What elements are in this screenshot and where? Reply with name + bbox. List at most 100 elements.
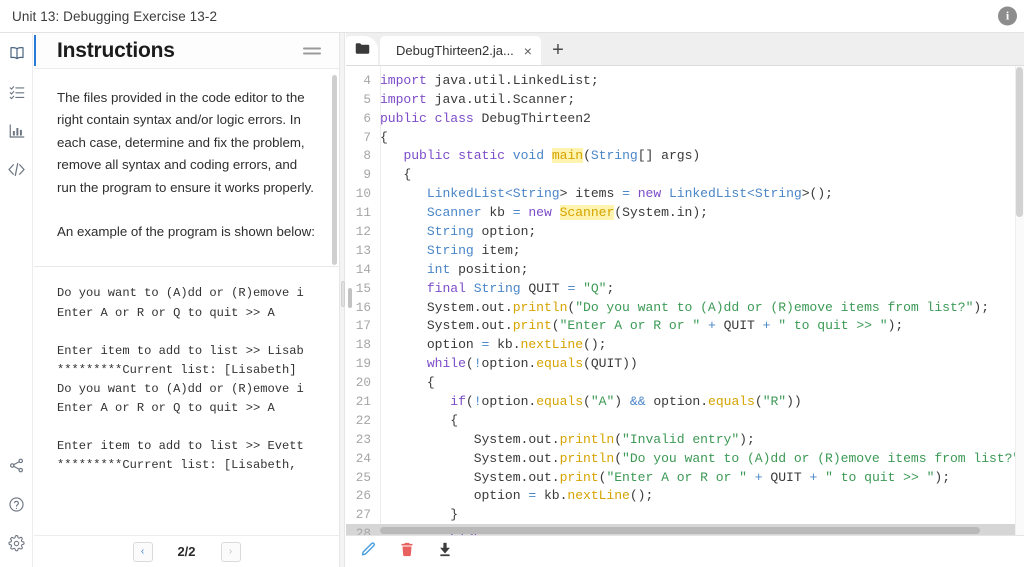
- code-token: int: [426, 261, 451, 277]
- code-token: !: [473, 356, 482, 372]
- code-token: kb.: [536, 488, 568, 504]
- code-token: println: [559, 450, 615, 466]
- code-horizontal-scrollbar-track[interactable]: [380, 526, 998, 535]
- code-token: option: [380, 337, 482, 353]
- settings-icon: [8, 535, 25, 552]
- info-icon[interactable]: i: [998, 6, 1017, 26]
- code-line[interactable]: 22 {: [346, 411, 1024, 430]
- code-line[interactable]: 16 System.out.println("Do you want to (A…: [346, 298, 1024, 317]
- code-line[interactable]: 5 import java.util.Scanner;: [346, 90, 1024, 109]
- panel-splitter[interactable]: [339, 33, 345, 567]
- sidebar-item-instructions[interactable]: [0, 33, 33, 72]
- delete-trash-icon: [399, 541, 415, 563]
- instructions-scrollbar[interactable]: [332, 75, 337, 265]
- line-text: String item;: [380, 243, 1024, 258]
- delete-trash-button[interactable]: [399, 541, 415, 563]
- code-line[interactable]: 15 final String QUIT = "Q";: [346, 279, 1024, 298]
- example-output: Do you want to (A)dd or (R)emove i Enter…: [57, 286, 304, 473]
- code-line[interactable]: 27 }: [346, 505, 1024, 524]
- sidebar-item-tasks[interactable]: [0, 72, 33, 111]
- code-line[interactable]: 4 import java.util.LinkedList;: [346, 71, 1024, 90]
- add-tab-button[interactable]: +: [541, 36, 575, 65]
- code-area[interactable]: 3// until user enters a sentinel value4i…: [346, 66, 1024, 535]
- code-token: equals: [536, 393, 584, 409]
- sidebar-item-help[interactable]: [0, 485, 33, 524]
- code-line[interactable]: 9 {: [346, 165, 1024, 184]
- code-line[interactable]: 17 System.out.print("Enter A or R or " +…: [346, 316, 1024, 335]
- code-token: System.out.: [380, 450, 560, 466]
- code-token: option.: [481, 393, 537, 409]
- edit-pencil-button[interactable]: [360, 541, 377, 563]
- line-text: System.out.println("Invalid entry");: [380, 432, 1024, 447]
- code-line[interactable]: 25 System.out.print("Enter A or R or " +…: [346, 468, 1024, 487]
- editor-tabbar: DebugThirteen2.ja... × +: [346, 33, 1024, 66]
- prev-page-button[interactable]: ‹: [132, 541, 153, 562]
- code-line[interactable]: 12 String option;: [346, 222, 1024, 241]
- code-token: String: [590, 148, 638, 164]
- code-line[interactable]: 24 System.out.println("Do you want to (A…: [346, 449, 1024, 468]
- sidebar-item-settings[interactable]: [0, 524, 33, 563]
- code-token: (: [614, 431, 623, 447]
- code-token: System.out.: [380, 431, 560, 447]
- code-line[interactable]: 18 option = kb.nextLine();: [346, 335, 1024, 354]
- line-text: while(!option.equals(QUIT)): [380, 356, 1024, 371]
- code-token: "Do you want to (A)dd or (R)emove items …: [622, 450, 1021, 466]
- folder-icon: [355, 42, 370, 60]
- code-token: >();: [801, 186, 833, 202]
- code-line[interactable]: 6 public class DebugThirteen2: [346, 109, 1024, 128]
- sidebar-item-code[interactable]: [0, 150, 33, 189]
- code-horizontal-scrollbar-thumb[interactable]: [380, 527, 980, 534]
- code-line[interactable]: 19 while(!option.equals(QUIT)): [346, 354, 1024, 373]
- code-token: =: [512, 205, 521, 221]
- code-token: (: [551, 318, 560, 334]
- code-token: new: [528, 205, 552, 221]
- code-token: Scanner: [426, 205, 482, 221]
- sidebar-item-share[interactable]: [0, 446, 33, 485]
- code-token: final: [426, 280, 466, 296]
- code-token: +: [707, 318, 716, 334]
- code-line[interactable]: 11 Scanner kb = new Scanner(System.in);: [346, 203, 1024, 222]
- code-token: (System.in);: [614, 205, 708, 221]
- sidebar-rail: [0, 33, 33, 567]
- code-line[interactable]: 23 System.out.println("Invalid entry");: [346, 430, 1024, 449]
- splitter-grip[interactable]: [341, 281, 345, 307]
- code-token: <: [747, 186, 755, 202]
- code-line[interactable]: 26 option = kb.nextLine();: [346, 486, 1024, 505]
- code-token: "Do you want to (A)dd or (R)emove items …: [575, 299, 974, 315]
- code-token: (: [465, 393, 474, 409]
- editor-tab-label: DebugThirteen2.ja...: [396, 43, 514, 58]
- sidebar-item-progress[interactable]: [0, 111, 33, 150]
- code-line[interactable]: 8 public static void main(String[] args): [346, 146, 1024, 165]
- code-token: item;: [473, 242, 521, 258]
- code-token: Scanner: [559, 205, 615, 221]
- editor-tab[interactable]: DebugThirteen2.ja... ×: [380, 36, 541, 65]
- code-line[interactable]: 10 LinkedList<String> items = new Linked…: [346, 184, 1024, 203]
- code-token: import: [380, 72, 427, 88]
- code-token: );: [739, 431, 755, 447]
- code-line[interactable]: 7{: [346, 128, 1024, 147]
- next-page-button[interactable]: ›: [220, 541, 241, 562]
- code-line[interactable]: 20 {: [346, 373, 1024, 392]
- code-line[interactable]: 21 if(!option.equals("A") && option.equa…: [346, 392, 1024, 411]
- line-text: }: [380, 507, 1024, 522]
- code-token: )): [786, 393, 802, 409]
- code-vertical-scrollbar-thumb[interactable]: [1016, 67, 1023, 217]
- code-line[interactable]: 14 int position;: [346, 260, 1024, 279]
- share-icon: [8, 457, 25, 474]
- code-inner-scroll-thumb[interactable]: [348, 288, 352, 308]
- code-vertical-scrollbar-track[interactable]: [1015, 66, 1024, 535]
- download-button[interactable]: [437, 541, 453, 563]
- instructions-pagination: ‹ 2/2 ›: [34, 535, 339, 567]
- hamburger-menu-icon[interactable]: [303, 44, 321, 57]
- file-browser-button[interactable]: [346, 36, 378, 65]
- code-token: import: [380, 91, 427, 107]
- code-line[interactable]: 13 String item;: [346, 241, 1024, 260]
- instructions-panel: Instructions The files provided in the c…: [34, 33, 339, 567]
- close-icon[interactable]: ×: [524, 44, 532, 58]
- code-token: option;: [473, 223, 537, 239]
